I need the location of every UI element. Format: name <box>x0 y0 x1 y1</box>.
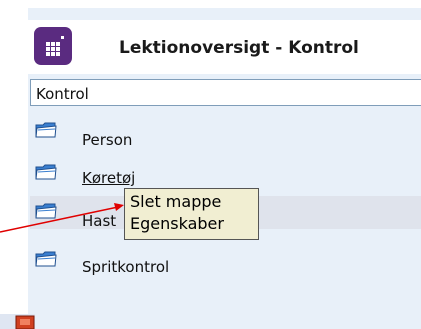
annotation-arrow-icon <box>0 203 124 233</box>
taskbar-button-icon[interactable] <box>0 314 35 329</box>
